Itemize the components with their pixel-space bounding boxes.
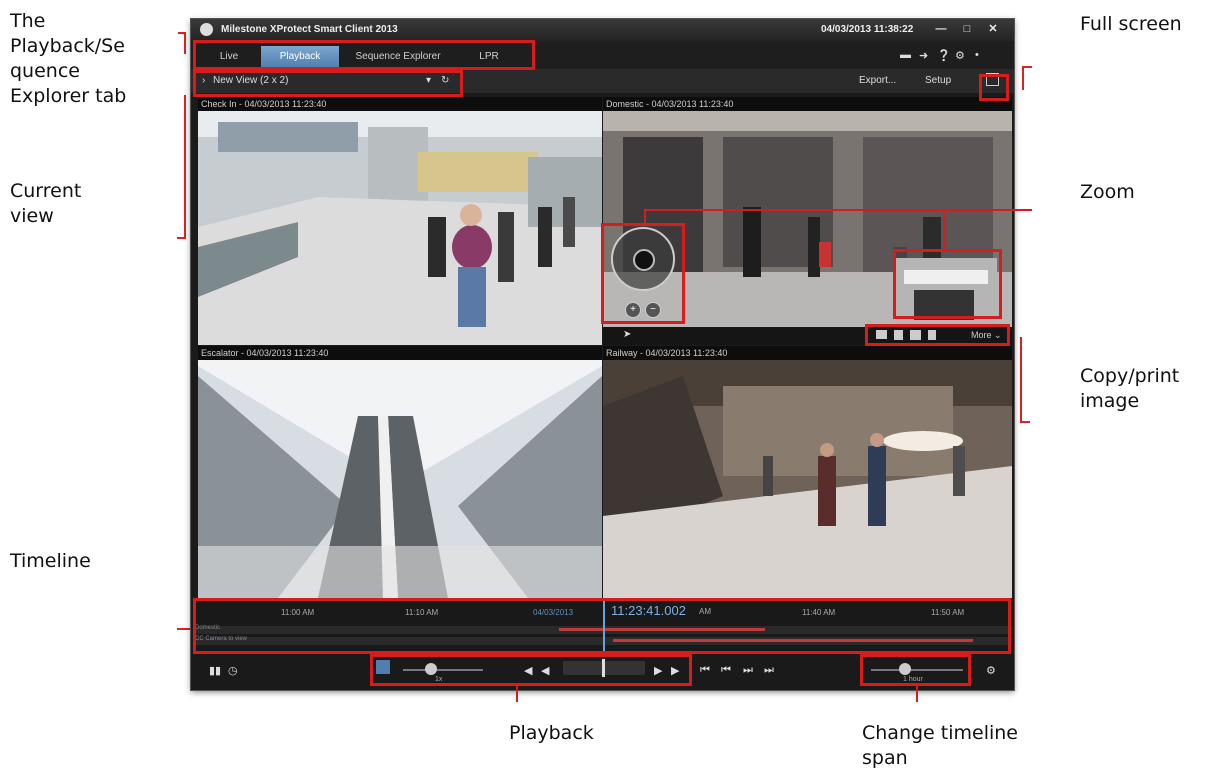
first-frame-icon[interactable]: ⏮ xyxy=(700,664,710,677)
clock-icon[interactable]: ◷ xyxy=(228,664,238,677)
playback-connector xyxy=(516,686,518,702)
callout-tab-line: quence xyxy=(10,60,80,82)
timeline-settings-icon[interactable]: ⚙ xyxy=(986,664,996,677)
callout-current-view-line: Current xyxy=(10,180,82,202)
help-icon[interactable]: ❔ xyxy=(937,49,951,62)
camera-tile-railway[interactable]: Railway - 04/03/2013 11:23:40 xyxy=(603,346,1012,598)
minimize-icon[interactable]: — xyxy=(928,21,954,38)
camera-feed-railway xyxy=(603,346,1012,598)
smart-client-window: Milestone XProtect Smart Client 2013 04/… xyxy=(191,19,1014,690)
last-frame-icon[interactable]: ⏭ xyxy=(764,664,774,677)
highlight-ptz xyxy=(601,223,685,324)
export-button[interactable]: Export... xyxy=(859,75,896,86)
highlight-tabs xyxy=(193,40,535,70)
settings-icon[interactable]: ⚙ xyxy=(955,49,965,62)
camera-feed-escalator xyxy=(198,346,602,598)
bracket-full-screen xyxy=(1022,66,1032,90)
highlight-fullscreen xyxy=(979,74,1009,101)
callout-tab-line: The xyxy=(10,10,46,32)
span-connector xyxy=(916,686,918,702)
previous-frame-icon[interactable]: ⏮ xyxy=(721,664,731,677)
callout-current-view: Current view xyxy=(10,179,81,229)
highlight-playback xyxy=(370,654,692,686)
highlight-timeline-span xyxy=(860,654,971,686)
login-icon[interactable]: ➜ xyxy=(919,49,928,62)
highlight-view-selector xyxy=(193,70,463,97)
camera-title: Railway - 04/03/2013 11:23:40 xyxy=(603,346,1012,360)
camera-title: Domestic - 04/03/2013 11:23:40 xyxy=(603,97,1012,111)
callout-zoom: Zoom xyxy=(1080,181,1135,203)
bracket-tab xyxy=(178,32,186,54)
callout-tab-line: Playback/Se xyxy=(10,35,125,57)
callout-timeline: Timeline xyxy=(10,550,91,572)
zoom-connector xyxy=(644,209,1032,211)
camera-tile-check-in[interactable]: Check In - 04/03/2013 11:23:40 xyxy=(198,97,602,345)
bracket-current-view xyxy=(177,95,186,239)
next-frame-icon[interactable]: ⏭ xyxy=(743,664,753,677)
camera-feed-check-in xyxy=(198,97,602,345)
highlight-timeline xyxy=(193,598,1011,654)
callout-timeline-span: Change timeline span xyxy=(862,721,1018,771)
setup-button[interactable]: Setup xyxy=(925,75,951,86)
bracket-copy-print xyxy=(1020,337,1030,423)
highlight-copy-print xyxy=(865,324,1010,346)
zoom-connector xyxy=(943,209,945,251)
callout-timeline-span-line: span xyxy=(862,747,908,769)
zoom-connector xyxy=(644,209,646,225)
pin-icon[interactable]: • xyxy=(975,49,979,61)
cursor-icon: ➤ xyxy=(623,329,632,340)
window-title: Milestone XProtect Smart Client 2013 xyxy=(221,24,398,35)
camera-tile-escalator[interactable]: Escalator - 04/03/2013 11:23:40 xyxy=(198,346,602,598)
callout-current-view-line: view xyxy=(10,205,54,227)
callout-timeline-span-line: Change timeline xyxy=(862,722,1018,744)
camera-title: Escalator - 04/03/2013 11:23:40 xyxy=(198,346,602,360)
status-icon[interactable]: ▬ xyxy=(900,49,911,61)
callout-tab: The Playback/Se quence Explorer tab xyxy=(10,9,126,109)
callout-full-screen: Full screen xyxy=(1080,13,1182,35)
toggle-timeline-icon[interactable]: ▮▮ xyxy=(209,664,221,677)
callout-copy-print-line: Copy/print xyxy=(1080,365,1180,387)
title-bar: Milestone XProtect Smart Client 2013 04/… xyxy=(191,19,1014,42)
bracket-timeline xyxy=(177,628,192,630)
callout-tab-line: Explorer tab xyxy=(10,85,127,107)
close-icon[interactable]: ✕ xyxy=(980,21,1006,38)
highlight-zoom-overview xyxy=(893,249,1002,319)
camera-title: Check In - 04/03/2013 11:23:40 xyxy=(198,97,602,111)
maximize-icon[interactable]: □ xyxy=(954,21,980,38)
app-logo-icon xyxy=(200,23,213,36)
callout-playback: Playback xyxy=(509,722,594,744)
callout-copy-print-line: image xyxy=(1080,390,1140,412)
callout-copy-print: Copy/print image xyxy=(1080,364,1179,414)
clock: 04/03/2013 11:38:22 xyxy=(821,24,914,35)
